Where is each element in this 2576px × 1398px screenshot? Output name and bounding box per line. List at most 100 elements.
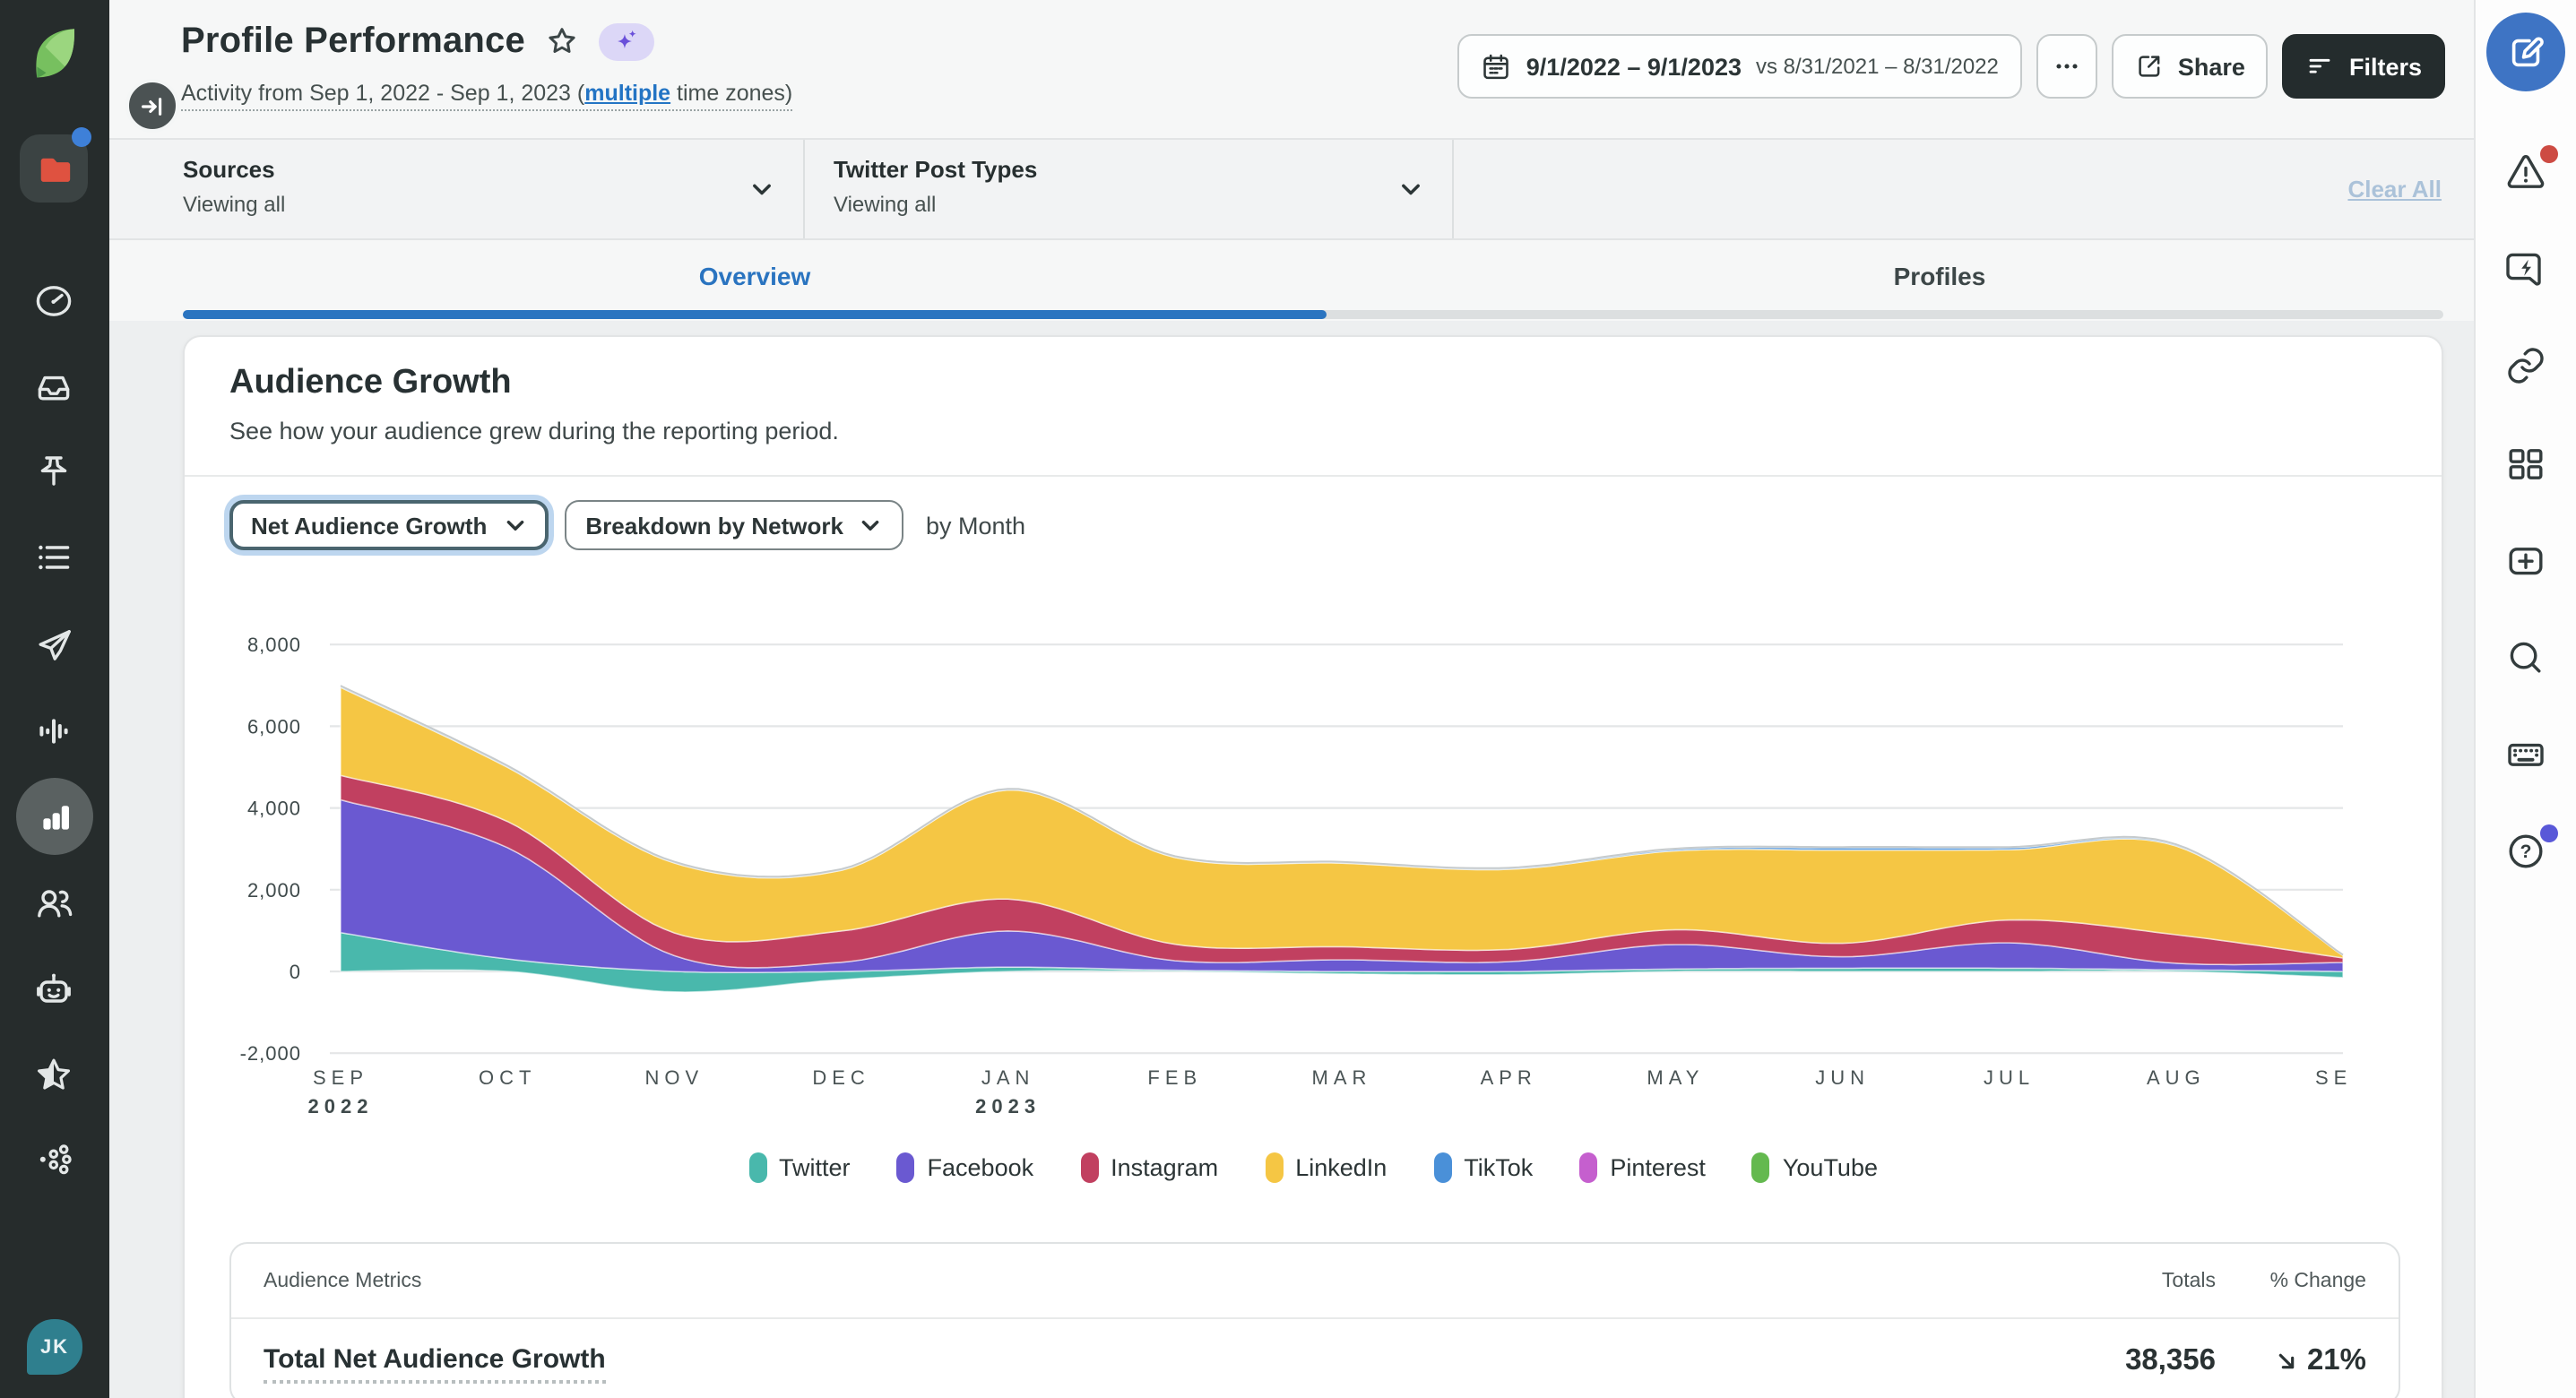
help-notification-dot bbox=[2540, 824, 2558, 842]
share-button[interactable]: Share bbox=[2111, 34, 2269, 99]
area-linkedin bbox=[340, 686, 2344, 959]
expand-sidebar-button[interactable] bbox=[125, 79, 179, 133]
clear-all-link[interactable]: Clear All bbox=[2347, 176, 2442, 203]
bar-chart-icon bbox=[43, 806, 69, 830]
pin-icon bbox=[40, 456, 67, 486]
sidebar-item-tasks[interactable] bbox=[32, 536, 75, 579]
post-types-filter-value: Viewing all bbox=[834, 192, 937, 217]
chart-legend: Twitter Facebook Instagram LinkedIn TikTok Pi… bbox=[185, 1152, 2442, 1183]
user-avatar[interactable]: JK bbox=[27, 1319, 82, 1375]
link-icon bbox=[2508, 348, 2544, 384]
feedback-bubble-icon bbox=[2506, 253, 2541, 286]
favorite-star-button[interactable] bbox=[543, 23, 581, 61]
legend-item-twitter[interactable]: Twitter bbox=[748, 1152, 851, 1183]
metric-select[interactable]: Net Audience Growth bbox=[229, 500, 549, 550]
metric-total: 38,356 bbox=[2125, 1343, 2216, 1376]
legend-item-facebook[interactable]: Facebook bbox=[896, 1152, 1033, 1183]
keyboard-icon bbox=[2508, 743, 2544, 766]
chart-areas bbox=[340, 685, 2344, 993]
post-types-filter[interactable]: Twitter Post Types Viewing all bbox=[805, 140, 1454, 238]
sidebar-item-automation[interactable] bbox=[32, 968, 75, 1011]
metric-change: 21% bbox=[2216, 1343, 2366, 1377]
ai-assist-badge[interactable] bbox=[598, 23, 654, 61]
sidebar-item-network[interactable] bbox=[32, 1140, 75, 1183]
sidebar-item-influencers[interactable] bbox=[32, 882, 75, 925]
left-sidebar: JK bbox=[0, 0, 109, 1398]
filter-lines-icon bbox=[2310, 58, 2331, 73]
metric-name[interactable]: Total Net Audience Growth bbox=[264, 1344, 606, 1384]
twitter-swatch bbox=[748, 1152, 766, 1183]
folders-tile[interactable] bbox=[20, 127, 91, 203]
quick-link-button[interactable] bbox=[2504, 344, 2547, 387]
sparkles-icon bbox=[617, 30, 636, 48]
legend-label: LinkedIn bbox=[1295, 1154, 1387, 1181]
section-title: Audience Growth bbox=[229, 364, 512, 401]
arrow-to-bar-icon bbox=[141, 97, 161, 115]
ellipsis-icon bbox=[2056, 64, 2078, 69]
filter-bar: Sources Viewing all Twitter Post Types V… bbox=[109, 138, 2474, 240]
sources-filter-label: Sources bbox=[183, 156, 275, 183]
sidebar-item-pinned[interactable] bbox=[32, 450, 75, 493]
sidebar-item-listening[interactable] bbox=[32, 710, 75, 753]
alerts-notification-dot bbox=[2540, 145, 2558, 163]
svg-text:AUG: AUG bbox=[2147, 1066, 2206, 1089]
compose-button[interactable] bbox=[2486, 13, 2565, 91]
section-divider bbox=[185, 475, 2442, 477]
linkedin-swatch bbox=[1265, 1152, 1284, 1183]
search-button[interactable] bbox=[2504, 636, 2547, 679]
svg-text:MAR: MAR bbox=[1312, 1066, 1372, 1089]
svg-text:JAN: JAN bbox=[981, 1066, 1035, 1089]
legend-item-pinterest[interactable]: Pinterest bbox=[1579, 1152, 1706, 1183]
filters-button[interactable]: Filters bbox=[2282, 34, 2445, 99]
sidebar-item-inbox[interactable] bbox=[32, 366, 75, 409]
sidebar-item-publishing[interactable] bbox=[32, 624, 75, 667]
chart-x-axis: SEP 2022 OCT NOV DEC JAN 2023 FEB MAR APR MAY JUN JU… bbox=[308, 1066, 2354, 1118]
chevron-down-icon bbox=[506, 519, 523, 530]
keyboard-shortcuts-button[interactable] bbox=[2504, 733, 2547, 776]
svg-text:DEC: DEC bbox=[812, 1066, 869, 1089]
sidebar-item-dashboard[interactable] bbox=[32, 280, 75, 323]
svg-text:0: 0 bbox=[290, 961, 301, 983]
star-half-icon bbox=[38, 1058, 70, 1090]
svg-text:2,000: 2,000 bbox=[247, 879, 301, 902]
legend-item-tiktok[interactable]: TikTok bbox=[1433, 1152, 1533, 1183]
apps-grid-button[interactable] bbox=[2504, 443, 2547, 486]
date-range-value: 9/1/2022 – 9/1/2023 bbox=[1526, 53, 1742, 80]
svg-text:JUL: JUL bbox=[1984, 1066, 2035, 1089]
more-options-button[interactable] bbox=[2036, 34, 2097, 99]
right-sidebar: ? bbox=[2474, 0, 2576, 1398]
legend-item-linkedin[interactable]: LinkedIn bbox=[1265, 1152, 1387, 1183]
grid-icon bbox=[2509, 449, 2543, 479]
sidebar-item-reports[interactable] bbox=[34, 796, 77, 839]
pinterest-swatch bbox=[1579, 1152, 1598, 1183]
feedback-button[interactable] bbox=[2504, 247, 2547, 290]
legend-label: YouTube bbox=[1782, 1154, 1878, 1181]
inbox-icon bbox=[38, 375, 70, 401]
timezones-link[interactable]: multiple bbox=[584, 81, 670, 106]
table-row: Total Net Audience Growth 38,356 21% bbox=[231, 1319, 2399, 1398]
breakdown-select[interactable]: Breakdown by Network bbox=[564, 500, 904, 550]
tab-overview[interactable]: Overview bbox=[183, 240, 1327, 312]
svg-text:6,000: 6,000 bbox=[247, 715, 301, 738]
legend-item-youtube[interactable]: YouTube bbox=[1751, 1152, 1878, 1183]
svg-text:4,000: 4,000 bbox=[247, 798, 301, 820]
tiktok-swatch bbox=[1433, 1152, 1452, 1183]
sources-filter-value: Viewing all bbox=[183, 192, 286, 217]
legend-label: Instagram bbox=[1111, 1154, 1219, 1181]
paper-plane-icon bbox=[39, 630, 71, 660]
plus-square-icon bbox=[2509, 548, 2543, 575]
legend-item-instagram[interactable]: Instagram bbox=[1080, 1152, 1218, 1183]
report-tabs: Overview Profiles bbox=[109, 240, 2474, 321]
svg-text:APR: APR bbox=[1481, 1066, 1537, 1089]
app-root: JK Profile Performance Activity from Sep… bbox=[0, 0, 2576, 1398]
sources-filter[interactable]: Sources Viewing all bbox=[109, 140, 805, 238]
page-header: Profile Performance Activity from Sep 1,… bbox=[109, 0, 2474, 138]
create-new-button[interactable] bbox=[2504, 539, 2547, 582]
col-totals: Totals bbox=[2161, 1270, 2216, 1291]
folders-notification-dot bbox=[72, 127, 91, 147]
svg-text:MAY: MAY bbox=[1647, 1066, 1704, 1089]
tab-profiles[interactable]: Profiles bbox=[1327, 240, 2553, 312]
date-range-button[interactable]: 9/1/2022 – 9/1/2023 vs 8/31/2021 – 8/31/… bbox=[1457, 34, 2022, 99]
task-list-icon bbox=[39, 545, 70, 570]
sidebar-item-favorites[interactable] bbox=[32, 1054, 75, 1097]
